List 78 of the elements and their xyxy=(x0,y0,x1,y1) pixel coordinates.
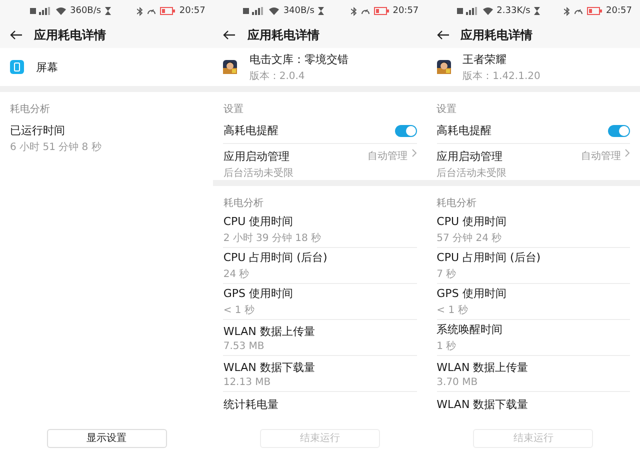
stat-value: 1 秒 xyxy=(436,340,458,353)
section-header: 耗电分析 xyxy=(9,102,51,117)
stat-label: GPS 使用时间 xyxy=(223,286,294,301)
clock-time: 20:57 xyxy=(392,6,419,16)
setting-status: 后台活动未受限 xyxy=(223,166,294,180)
page-title: 应用耗电详情 xyxy=(247,26,320,44)
stat-label: CPU 占用时间 (后台) xyxy=(223,250,328,265)
phone-icon xyxy=(10,60,24,74)
clock-time: 20:57 xyxy=(606,6,632,16)
stat-label: WLAN 数据上传量 xyxy=(223,324,316,338)
network-speed: 340B/s xyxy=(283,6,314,16)
back-arrow-icon[interactable] xyxy=(223,30,236,40)
stat-value: 6 小时 51 分钟 8 秒 xyxy=(10,140,102,154)
gauge-icon xyxy=(147,7,156,15)
app-name: 王者荣耀 xyxy=(462,52,508,66)
clock-time: 20:57 xyxy=(179,6,206,16)
bluetooth-icon xyxy=(350,6,357,16)
stat-value: 3.70 MB xyxy=(436,376,479,388)
stat-label: CPU 占用时间 (后台) xyxy=(436,250,542,265)
page-title: 应用耗电详情 xyxy=(460,26,533,44)
stat-value: 7 秒 xyxy=(436,268,458,281)
stat-value: < 1 秒 xyxy=(223,304,256,317)
wifi-icon xyxy=(269,7,280,15)
signal-icon xyxy=(456,7,479,15)
setting-label: 应用启动管理 xyxy=(436,149,504,164)
toggle-switch[interactable] xyxy=(394,124,417,136)
network-speed: 360B/s xyxy=(70,6,102,16)
chevron-icon xyxy=(412,149,417,157)
bluetooth-icon xyxy=(564,6,570,16)
stat-label: 系统唤醒时间 xyxy=(436,322,504,337)
section-header: 耗电分析 xyxy=(222,196,264,211)
stat-label: 已运行时间 xyxy=(10,123,66,138)
stat-label: WLAN 数据下载量 xyxy=(436,397,530,412)
stat-label: 统计耗电量 xyxy=(223,397,280,412)
bluetooth-icon xyxy=(137,6,144,16)
section-header: 设置 xyxy=(436,102,458,117)
section-header: 设置 xyxy=(222,102,244,117)
stat-label: WLAN 数据上传量 xyxy=(436,360,530,374)
app-version: 版本：2.0.4 xyxy=(249,70,306,82)
setting-label: 高耗电提醒 xyxy=(436,123,493,138)
wifi-icon xyxy=(482,7,493,15)
hourglass-icon xyxy=(534,7,540,15)
network-speed: 2.33K/s xyxy=(496,6,530,16)
wifi-icon xyxy=(56,7,66,15)
stat-value: 2 小时 39 分钟 18 秒 xyxy=(223,232,322,245)
app-version: 版本：1.42.1.20 xyxy=(462,70,540,82)
stat-label: GPS 使用时间 xyxy=(436,286,508,301)
setting-label: 应用启动管理 xyxy=(223,149,290,164)
app-name: 屏幕 xyxy=(36,60,58,74)
setting-status: 后台活动未受限 xyxy=(436,166,508,180)
app-name: 电击文库：零境交错 xyxy=(249,52,348,66)
stat-label: CPU 使用时间 xyxy=(223,214,294,229)
stat-label: CPU 使用时间 xyxy=(436,214,508,229)
section-header: 耗电分析 xyxy=(436,196,478,211)
signal-icon xyxy=(243,7,266,15)
stat-value: 24 秒 xyxy=(223,268,250,281)
setting-value: 自动管理 xyxy=(368,150,408,163)
back-arrow-icon[interactable] xyxy=(10,30,22,40)
page-title: 应用耗电详情 xyxy=(34,26,106,44)
hourglass-icon xyxy=(318,7,324,15)
stat-value: 57 分钟 24 秒 xyxy=(436,232,503,245)
back-arrow-icon[interactable] xyxy=(436,30,449,40)
setting-label: 高耗电提醒 xyxy=(223,123,280,138)
stat-label: WLAN 数据下载量 xyxy=(223,360,316,374)
setting-value: 自动管理 xyxy=(580,150,621,163)
signal-icon xyxy=(30,7,52,15)
gauge-icon xyxy=(360,7,370,15)
stat-value: 12.13 MB xyxy=(223,376,272,388)
battery-icon xyxy=(587,7,602,15)
chevron-icon xyxy=(624,149,630,157)
settings-button[interactable]: 显示设置 xyxy=(46,428,167,448)
toggle-switch[interactable] xyxy=(608,124,630,136)
stat-value: 7.53 MB xyxy=(223,340,266,352)
battery-icon xyxy=(374,7,389,15)
hourglass-icon xyxy=(105,7,112,15)
battery-icon xyxy=(160,7,176,15)
stat-value: < 1 秒 xyxy=(436,304,469,317)
gauge-icon xyxy=(574,7,584,15)
